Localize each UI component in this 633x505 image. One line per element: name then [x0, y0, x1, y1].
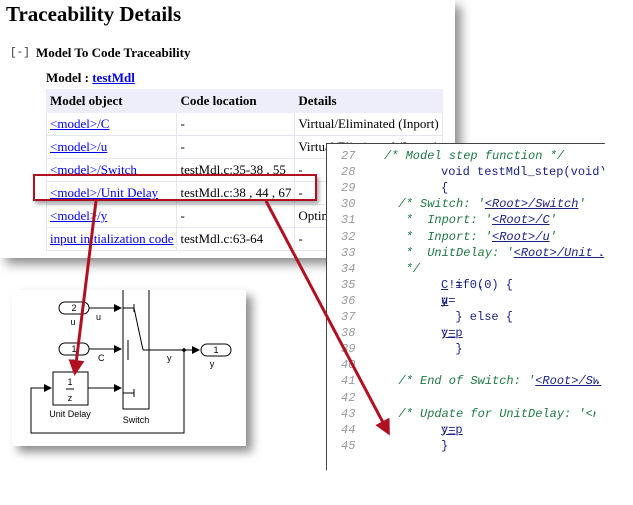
outport-y-number: 1 [213, 345, 218, 355]
code-location-cell: - [176, 135, 296, 159]
model-object-cell: <model>/u [45, 135, 178, 159]
signal-u-label: u [96, 312, 101, 322]
code-token: /* Update for UnitDelay: '<Root>/Unit De… [398, 406, 629, 421]
switch-label: Switch [123, 415, 150, 425]
line-number: 44 [341, 422, 356, 437]
code-token: * Inport: ' [384, 213, 493, 228]
inport-c-label: C [70, 358, 77, 368]
code-link[interactable]: <Root>/Switch [485, 197, 579, 211]
header-model-object: Model object [45, 89, 178, 113]
outport-y-block[interactable]: 1 y [200, 343, 232, 369]
model-object-cell: <model>/y [45, 204, 178, 228]
code-link[interactable]: <Root>/u [492, 230, 550, 244]
line-number: 35 [341, 277, 356, 292]
code-text: /* Update for UnitDelay: '<Root>/Unit De… [384, 406, 629, 422]
code-token: /* Model step function */ [384, 149, 565, 163]
inport-u-block[interactable]: 2 u [58, 301, 90, 327]
code-text: /* Model step function */ [384, 148, 564, 164]
code-text: * Inport: '<Root>/u' [384, 229, 557, 245]
inport-c-block[interactable]: 1 C [58, 342, 90, 368]
line-number: 39 [341, 342, 356, 357]
switch-block[interactable]: Switch [122, 290, 150, 425]
code-token: != 0.0) { [441, 277, 514, 292]
code-token: /* Switch: ' [384, 197, 485, 212]
line-number: 27 [341, 149, 356, 163]
code-text: /* End of Switch: '<Root>/Switch ' */ [384, 373, 633, 389]
inport-u-number: 2 [71, 303, 76, 313]
code-token: { [441, 181, 449, 196]
line-number: 34 [341, 261, 356, 276]
unit-delay-block[interactable]: 1 z Unit Delay [49, 371, 91, 419]
code-token: } [441, 342, 463, 357]
code-token: * UnitDelay: ' [384, 245, 514, 260]
line-number: 42 [341, 390, 356, 405]
line-number: 45 [341, 438, 356, 453]
code-token: } [441, 438, 449, 453]
code-token: } else { [441, 310, 514, 324]
code-token: ; [441, 326, 449, 341]
code-link[interactable]: <Root>/Unit Delay [514, 246, 609, 260]
signal-c-label: C [98, 353, 105, 363]
line-number: 33 [341, 245, 356, 260]
line-number: 28 [341, 165, 356, 180]
simulink-diagram: 2 u u 1 C C 1 z Unit Delay Switch y 1 y [12, 290, 246, 446]
line-number: 32 [341, 229, 356, 244]
code-token: ; [441, 422, 449, 437]
model-object-link[interactable]: input initialization code [50, 231, 173, 246]
line-number: 43 [341, 406, 356, 421]
line-number: 37 [341, 310, 356, 324]
line-number: 41 [341, 374, 356, 389]
model-object-cell: input initialization code [45, 227, 178, 251]
inport-u-label: u [70, 317, 75, 327]
model-object-link[interactable]: <model>/u [50, 139, 107, 154]
diagram-canvas: 2 u u 1 C C 1 z Unit Delay Switch y 1 y [30, 290, 232, 434]
line-number: 40 [341, 358, 356, 373]
code-location-cell: - [176, 112, 296, 136]
model-line: Model : testMdl [46, 70, 135, 86]
model-label: Model : [46, 70, 93, 85]
model-object-link[interactable]: <model>/y [50, 208, 107, 223]
model-name-link[interactable]: testMdl [92, 70, 135, 85]
code-text: */ [384, 261, 420, 277]
unit-delay-highlight-box [33, 174, 317, 201]
header-code-location: Code location [176, 89, 296, 113]
line-number: 31 [341, 213, 356, 228]
header-details: Details [294, 89, 443, 113]
code-token: ' [549, 213, 557, 228]
unit-delay-denominator: z [68, 393, 73, 403]
code-link[interactable]: <Root>/Switch [535, 374, 608, 388]
code-token: ' [549, 229, 557, 244]
code-location-cell: - [176, 204, 296, 228]
table-row: <model>/C - Virtual/Eliminated (Inport) [45, 112, 443, 136]
code-token: ' */ [629, 374, 633, 388]
unit-delay-label: Unit Delay [49, 409, 91, 419]
model-object-cell: <model>/C [45, 112, 178, 136]
code-text: * UnitDelay: '<Root>/Unit Delay' [384, 245, 609, 261]
code-text: /* Switch: '<Root>/Switch' [384, 196, 586, 212]
code-token: void testMdl_step(void) [441, 165, 607, 180]
generated-code-panel: 27 /* Model step function */ 28 void testMd… [326, 143, 609, 474]
section-title: Model To Code Traceability [36, 45, 191, 60]
line-number: 30 [341, 197, 356, 212]
code-text: * Inport: '<Root>/C' [384, 212, 557, 228]
code-token: * Inport: ' [384, 229, 493, 244]
inport-c-number: 1 [71, 344, 76, 354]
code-token: ' [578, 197, 586, 212]
outport-y-label: y [210, 359, 215, 369]
unit-delay-numerator: 1 [67, 377, 72, 387]
code-token: /* End of Switch: ' [384, 374, 536, 389]
code-location-cell: testMdl.c:63-64 [176, 227, 296, 251]
table-header-row: Model object Code location Details [45, 89, 443, 113]
details-cell: Virtual/Eliminated (Inport) [294, 112, 443, 136]
line-number: 36 [341, 293, 356, 308]
code-token: ; [441, 293, 449, 308]
report-title: Traceability Details [6, 2, 182, 26]
line-number: 29 [341, 181, 356, 196]
code-token: */ [384, 261, 421, 276]
model-object-link[interactable]: <model>/C [50, 116, 109, 131]
code-link[interactable]: <Root>/C [492, 213, 550, 227]
signal-y-label: y [167, 353, 172, 363]
collapse-toggle-button[interactable]: [-] [10, 47, 30, 59]
line-number: 38 [341, 326, 356, 341]
